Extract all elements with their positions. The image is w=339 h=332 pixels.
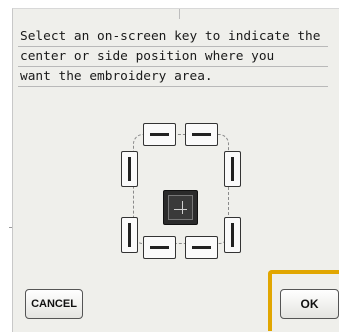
dotted-frame (133, 134, 229, 244)
position-key-bottom-left[interactable] (143, 236, 176, 259)
position-key-left-upper[interactable] (121, 151, 138, 187)
crosshair-vertical (182, 201, 183, 214)
vertical-bar-icon (231, 223, 234, 247)
cancel-button[interactable]: CANCEL (25, 289, 83, 319)
message-line-2: center or side position where you (18, 47, 328, 67)
crosshair-horizontal (174, 209, 187, 210)
message-line-1: Select an on-screen key to indicate the (18, 27, 328, 47)
position-key-right-upper[interactable] (224, 151, 241, 187)
position-key-top-right[interactable] (185, 123, 218, 146)
position-key-right-lower[interactable] (224, 217, 241, 253)
position-key-center[interactable] (163, 190, 198, 225)
instruction-message: Select an on-screen key to indicate the … (18, 27, 328, 87)
ok-button[interactable]: OK (280, 289, 339, 319)
vertical-bar-icon (128, 223, 131, 247)
crosshair-icon (168, 195, 193, 220)
vertical-bar-icon (128, 157, 131, 181)
horizontal-bar-icon (150, 133, 169, 136)
horizontal-bar-icon (192, 133, 211, 136)
position-key-bottom-right[interactable] (185, 236, 218, 259)
position-key-grid (120, 119, 242, 261)
edge-tick (9, 227, 12, 228)
vertical-bar-icon (231, 157, 234, 181)
message-line-3: want the embroidery area. (18, 67, 328, 87)
top-divider (179, 9, 180, 19)
horizontal-bar-icon (192, 246, 211, 249)
position-key-top-left[interactable] (143, 123, 176, 146)
position-key-left-lower[interactable] (121, 217, 138, 253)
horizontal-bar-icon (150, 246, 169, 249)
